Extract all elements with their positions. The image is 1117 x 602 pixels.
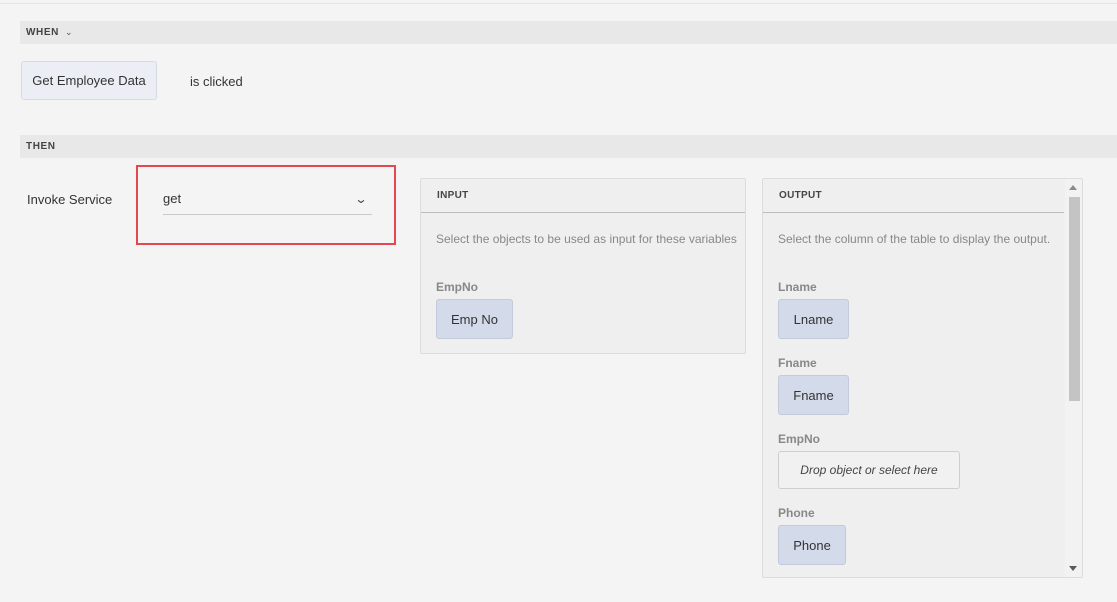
output-field: Phone Phone [763, 506, 1082, 565]
scroll-down-icon[interactable] [1069, 566, 1077, 571]
output-field: Lname Lname [763, 280, 1082, 339]
input-panel: INPUT Select the objects to be used as i… [420, 178, 746, 354]
output-field: Fname Fname [763, 356, 1082, 415]
then-section-label: THEN [26, 141, 56, 152]
scroll-up-icon[interactable] [1069, 185, 1077, 190]
output-field: EmpNo Drop object or select here [763, 432, 1082, 489]
input-field-chip[interactable]: Emp No [436, 299, 513, 339]
when-section-header[interactable]: WHEN ⌄ [20, 21, 1117, 44]
input-field-label: EmpNo [436, 280, 478, 294]
chevron-down-icon[interactable]: ⌄ [65, 27, 73, 38]
top-border [0, 0, 1117, 4]
input-panel-title: INPUT [421, 179, 745, 213]
output-panel: OUTPUT Select the column of the table to… [762, 178, 1083, 578]
input-panel-description: Select the objects to be used as input f… [436, 232, 737, 246]
when-section-label: WHEN [26, 27, 59, 38]
output-scrollbar[interactable] [1065, 179, 1082, 577]
output-field-chip[interactable]: Fname [778, 375, 849, 415]
output-field-chip[interactable]: Phone [778, 525, 846, 565]
component-chip[interactable]: Get Employee Data [21, 61, 157, 100]
chevron-down-icon: ⌄ [354, 191, 368, 206]
input-field: EmpNo Emp No [421, 280, 745, 339]
output-field-label: EmpNo [778, 432, 820, 446]
scrollbar-thumb[interactable] [1069, 197, 1080, 401]
output-panel-title: OUTPUT [763, 179, 1064, 213]
output-field-label: Phone [778, 506, 815, 520]
drop-zone[interactable]: Drop object or select here [778, 451, 960, 489]
then-section-header: THEN [20, 135, 1117, 158]
service-dropdown-value: get [163, 191, 182, 206]
output-field-chip[interactable]: Lname [778, 299, 849, 339]
output-field-label: Fname [778, 356, 817, 370]
output-field-label: Lname [778, 280, 817, 294]
output-panel-description: Select the column of the table to displa… [778, 232, 1051, 246]
action-label: Invoke Service [27, 192, 113, 207]
event-text: is clicked [190, 74, 243, 89]
service-dropdown[interactable]: get ⌄ [163, 183, 372, 215]
